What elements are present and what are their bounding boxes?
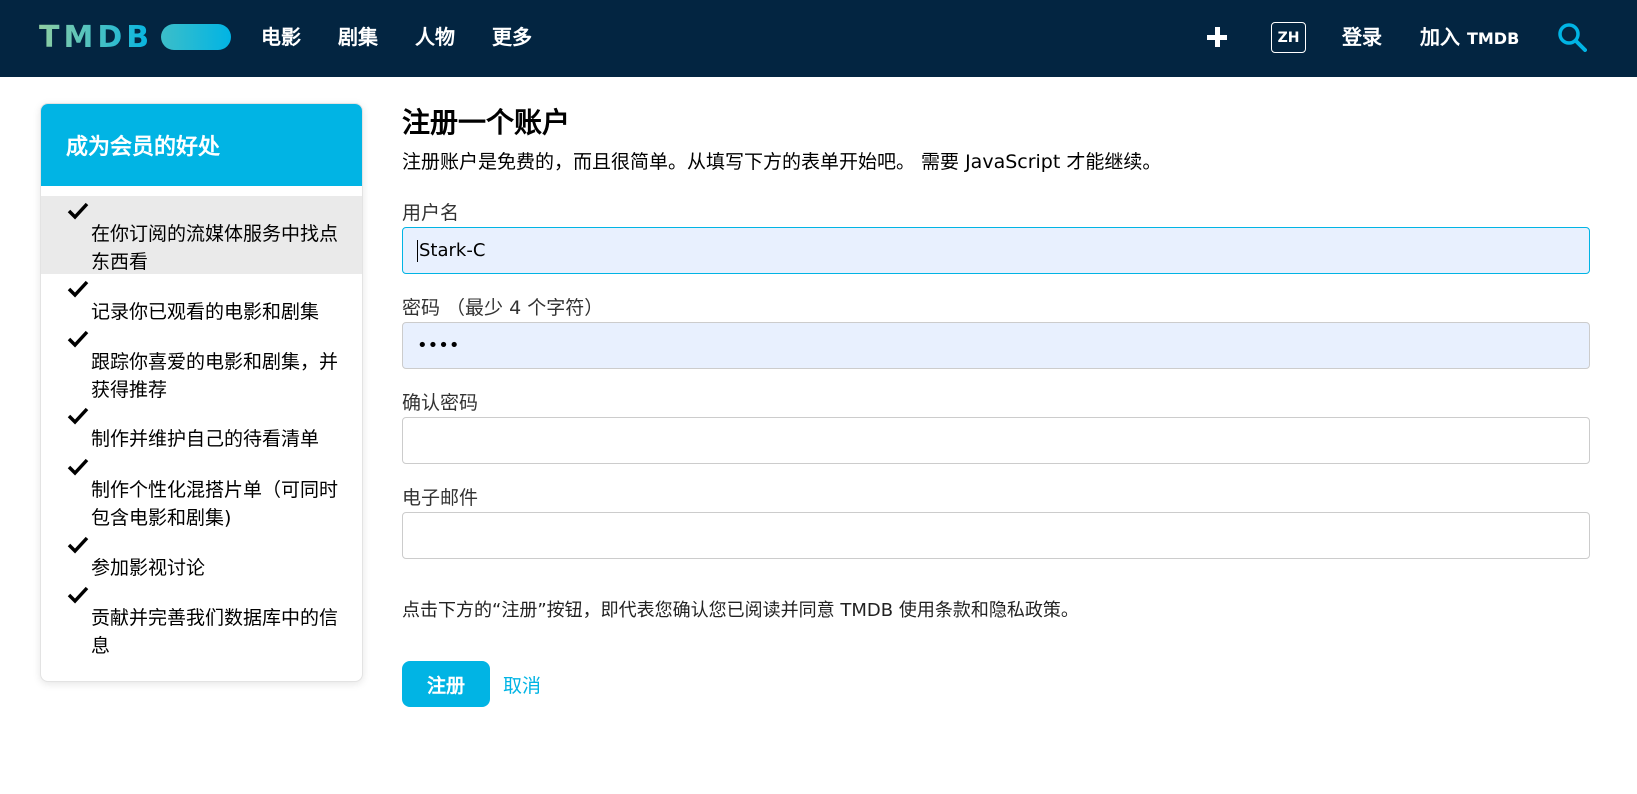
benefit-text: 制作并维护自己的待看清单	[91, 428, 320, 450]
email-input[interactable]	[402, 512, 1590, 559]
benefit-text: 参加影视讨论	[91, 557, 206, 579]
benefit-item: 参加影视讨论	[41, 530, 362, 580]
benefit-text: 跟踪你喜爱的电影和剧集，并获得推荐	[91, 351, 339, 401]
tmdb-logo[interactable]: TMDB	[39, 19, 232, 55]
password-value: ••••	[417, 335, 460, 356]
confirm-password-input[interactable]	[402, 417, 1590, 464]
benefit-item: 记录你已观看的电影和剧集	[41, 274, 362, 324]
logo-text: TMDB	[39, 19, 154, 55]
check-icon	[67, 536, 89, 554]
username-label: 用户名	[402, 202, 460, 224]
benefits-title: 成为会员的好处	[66, 135, 221, 160]
password-label: 密码 （最少 4 个字符）	[402, 297, 604, 319]
terms-text: 点击下方的“注册”按钮，即代表您确认您已阅读并同意 TMDB 使用条款和隐私政策…	[402, 600, 1079, 621]
join-label: 加入	[1420, 25, 1460, 49]
username-input[interactable]: Stark-C	[402, 227, 1590, 274]
benefit-item: 制作个性化混搭片单（可同时包含电影和剧集)	[41, 452, 362, 530]
benefit-text: 在你订阅的流媒体服务中找点东西看	[91, 223, 339, 273]
password-input[interactable]: ••••	[402, 322, 1590, 369]
page-title: 注册一个账户	[402, 106, 571, 139]
email-label: 电子邮件	[402, 487, 479, 509]
join-brand: TMDB	[1466, 29, 1520, 48]
text-caret	[417, 239, 418, 262]
nav-tv[interactable]: 剧集	[338, 22, 378, 52]
intro-text: 注册账户是免费的，而且很简单。从填写下方的表单开始吧。 需要 JavaScrip…	[402, 151, 1162, 173]
search-icon[interactable]	[1557, 22, 1587, 52]
benefit-item: 跟踪你喜爱的电影和剧集，并获得推荐	[41, 324, 362, 401]
join-link[interactable]: 加入 TMDB	[1420, 22, 1519, 54]
language-button[interactable]: ZH	[1271, 22, 1306, 53]
main-nav: 电影 剧集 人物 更多	[261, 22, 569, 52]
benefit-text: 贡献并完善我们数据库中的信息	[91, 607, 339, 657]
top-navbar: TMDB 电影 剧集 人物 更多 ZH 登录 加入 TMDB	[0, 0, 1637, 77]
benefit-item: 制作并维护自己的待看清单	[41, 401, 362, 452]
check-icon	[67, 330, 89, 348]
cancel-link[interactable]: 取消	[503, 671, 541, 698]
plus-icon[interactable]	[1207, 22, 1229, 52]
benefit-text: 记录你已观看的电影和剧集	[91, 301, 320, 323]
signup-form: 注册一个账户 注册账户是免费的，而且很简单。从填写下方的表单开始吧。 需要 Ja…	[402, 103, 1590, 707]
check-icon	[67, 458, 89, 476]
nav-people[interactable]: 人物	[415, 22, 455, 52]
logo-pill-shape	[161, 24, 232, 50]
benefit-text: 制作个性化混搭片单（可同时包含电影和剧集)	[91, 479, 339, 529]
check-icon	[67, 586, 89, 604]
check-icon	[67, 407, 89, 425]
signup-button[interactable]: 注册	[402, 661, 490, 707]
confirm-password-label: 确认密码	[402, 392, 479, 414]
benefit-item: 贡献并完善我们数据库中的信息	[41, 580, 362, 658]
check-icon	[67, 280, 89, 298]
form-actions: 注册 取消	[402, 661, 1590, 707]
benefit-item: 在你订阅的流媒体服务中找点东西看	[41, 196, 362, 274]
login-link[interactable]: 登录	[1342, 22, 1382, 52]
member-benefits-card: 成为会员的好处 在你订阅的流媒体服务中找点东西看 记录你已观看的电影和剧集 跟踪…	[40, 103, 363, 682]
nav-movies[interactable]: 电影	[261, 22, 301, 52]
username-value: Stark-C	[419, 240, 486, 261]
nav-more[interactable]: 更多	[492, 22, 532, 52]
check-icon	[67, 202, 89, 220]
benefits-header: 成为会员的好处	[41, 104, 362, 186]
